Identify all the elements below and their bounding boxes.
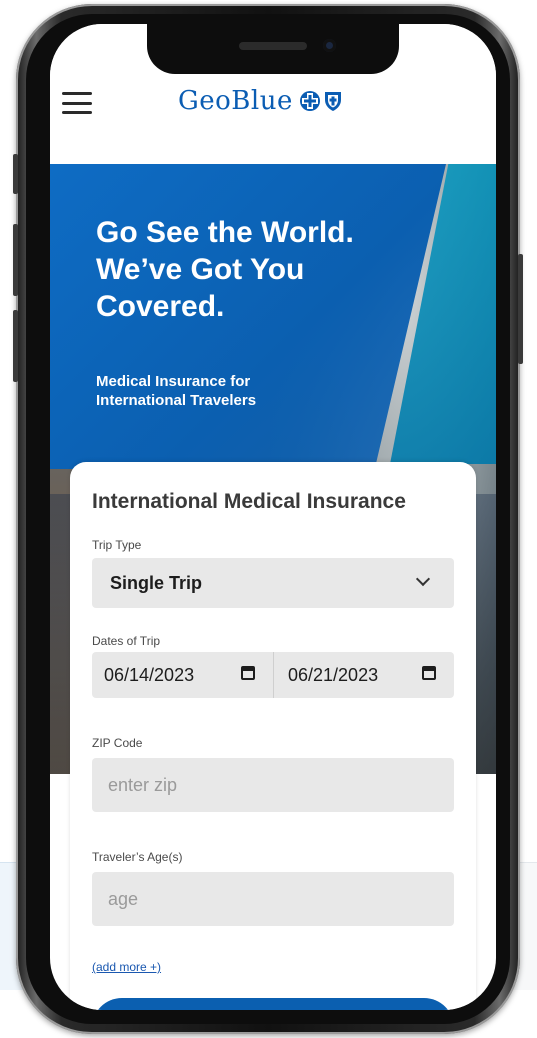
phone-notch <box>147 24 399 74</box>
phone-volume-up-button <box>13 224 18 296</box>
get-quote-button[interactable] <box>92 998 454 1010</box>
blue-shield-icon <box>324 92 341 111</box>
calendar-icon[interactable] <box>422 666 436 680</box>
trip-type-select[interactable]: Single Trip <box>92 558 454 608</box>
start-date-input[interactable]: 06/14/2023 <box>92 652 273 698</box>
quote-form-card: International Medical Insurance Trip Typ… <box>70 462 476 1010</box>
hero-subtitle: Medical Insurance for International Trav… <box>96 373 257 409</box>
phone-side-button <box>13 154 18 194</box>
trip-type-value: Single Trip <box>110 573 203 593</box>
end-date-value: 06/21/2023 <box>288 665 379 685</box>
logo-text: GeoBlue <box>178 86 293 116</box>
trip-type-label: Trip Type <box>92 538 142 552</box>
add-more-travelers-link[interactable]: (add more +) <box>92 960 161 974</box>
end-date-input[interactable]: 06/21/2023 <box>273 652 454 698</box>
geoblue-logo[interactable]: GeoBlue <box>178 86 343 116</box>
zip-label: ZIP Code <box>92 736 143 750</box>
start-date-value: 06/14/2023 <box>104 665 195 685</box>
hamburger-menu-icon[interactable] <box>62 92 92 114</box>
form-title: International Medical Insurance <box>92 490 406 513</box>
phone-volume-down-button <box>13 310 18 382</box>
blue-cross-icon <box>299 91 320 111</box>
speaker-grille <box>239 42 307 50</box>
phone-power-button <box>518 254 523 364</box>
ages-label: Traveler’s Age(s) <box>92 850 183 864</box>
traveler-age-input[interactable] <box>92 872 454 926</box>
front-camera <box>323 39 336 52</box>
zip-code-input[interactable] <box>92 758 454 812</box>
hero-title: Go See the World. We’ve Got You Covered. <box>96 216 354 323</box>
trip-dates-group: 06/14/2023 06/21/2023 <box>92 652 454 698</box>
chevron-down-icon <box>415 571 431 587</box>
dates-label: Dates of Trip <box>92 634 161 648</box>
phone-screen: GeoBlue Go See the World. We’ve Got You … <box>50 24 496 1010</box>
calendar-icon[interactable] <box>241 666 255 680</box>
